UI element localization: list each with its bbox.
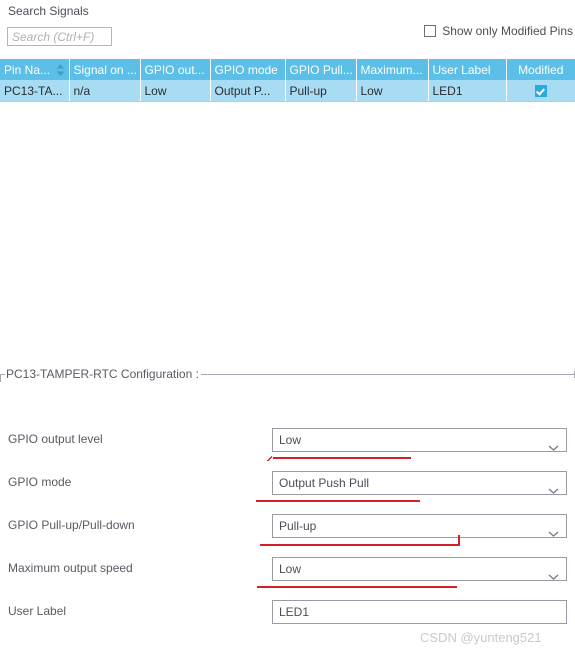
show-only-modified-pins-row[interactable]: Show only Modified Pins	[424, 24, 573, 38]
combo-gpio-output-level[interactable]: Low	[272, 428, 567, 452]
label-maximum-output-speed: Maximum output speed	[8, 561, 133, 575]
combo-value: Low	[279, 562, 302, 576]
combo-maximum-output-speed[interactable]: Low	[272, 557, 567, 581]
label-gpio-output-level: GPIO output level	[8, 432, 103, 446]
cell-pin-name[interactable]: PC13-TA...	[0, 80, 70, 102]
input-user-label[interactable]	[272, 600, 567, 624]
column-header-label: Pin Na...	[4, 62, 51, 77]
combo-gpio-mode[interactable]: Output Push Pull	[272, 471, 567, 495]
cell-gpio-pull[interactable]: Pull-up	[285, 80, 357, 102]
cell-maximum-speed[interactable]: Low	[356, 80, 429, 102]
pin-configuration-group: PC13-TAMPER-RTC Configuration : GPIO out…	[0, 366, 575, 654]
column-header-gpio-mode[interactable]: GPIO mode	[210, 59, 286, 80]
annotation-caret-mark	[265, 453, 273, 461]
group-box-legend: PC13-TAMPER-RTC Configuration :	[0, 366, 575, 382]
form-row-gpio-mode: GPIO mode Output Push Pull	[0, 471, 575, 495]
column-header-modified[interactable]: Modified	[506, 59, 575, 80]
cell-signal-on[interactable]: n/a	[69, 80, 141, 102]
column-header-label: Signal on ...	[73, 62, 137, 77]
label-user-label: User Label	[8, 604, 67, 618]
group-box-title: PC13-TAMPER-RTC Configuration :	[6, 367, 199, 381]
search-signals-label: Search Signals	[8, 4, 89, 18]
chevron-down-icon[interactable]	[548, 523, 559, 537]
column-header-label: Maximum...	[360, 62, 423, 77]
watermark: CSDN @yunteng521	[420, 630, 542, 645]
annotation-underline-gpio-output-level	[273, 457, 411, 459]
chevron-down-icon[interactable]	[548, 566, 559, 580]
form-row-gpio-pull: GPIO Pull-up/Pull-down Pull-up	[0, 514, 575, 538]
chevron-down-icon[interactable]	[548, 437, 559, 451]
group-frame-line	[200, 374, 574, 375]
column-header-pin-name[interactable]: Pin Na...	[0, 59, 70, 80]
form-row-gpio-output-level: GPIO output level Low	[0, 428, 575, 452]
label-gpio-pull: GPIO Pull-up/Pull-down	[8, 518, 135, 532]
column-header-label: User Label	[432, 62, 491, 77]
column-header-signal-on[interactable]: Signal on ...	[69, 59, 141, 80]
column-header-label: GPIO Pull...	[289, 62, 353, 77]
cell-gpio-output[interactable]: Low	[140, 80, 211, 102]
cell-modified[interactable]	[506, 80, 575, 102]
column-header-label: Modified	[518, 62, 564, 77]
sort-ascending-descending-icon[interactable]	[56, 63, 65, 76]
form-row-maximum-output-speed: Maximum output speed Low	[0, 557, 575, 581]
label-gpio-mode: GPIO mode	[8, 475, 72, 489]
annotation-underline-gpio-pull	[260, 544, 460, 546]
combo-value: Pull-up	[279, 519, 317, 533]
chevron-down-icon[interactable]	[548, 480, 559, 494]
column-header-gpio-output[interactable]: GPIO out...	[140, 59, 211, 80]
annotation-underline-maximum-output-speed	[257, 586, 457, 588]
pin-table[interactable]: Pin Na... Signal on ... GPIO out... GPIO…	[0, 59, 575, 102]
table-row[interactable]: PC13-TA... n/a Low Output P... Pull-up L…	[0, 80, 575, 102]
column-header-label: GPIO out...	[144, 62, 205, 77]
combo-gpio-pull[interactable]: Pull-up	[272, 514, 567, 538]
combo-value: Output Push Pull	[279, 476, 370, 490]
form-row-user-label: User Label	[0, 600, 575, 624]
search-input[interactable]	[7, 27, 112, 46]
show-only-modified-pins-checkbox[interactable]	[424, 25, 437, 37]
column-header-user-label[interactable]: User Label	[428, 59, 507, 80]
cell-user-label[interactable]: LED1	[428, 80, 507, 102]
annotation-tick-gpio-pull	[458, 535, 460, 545]
column-header-maximum-speed[interactable]: Maximum...	[356, 59, 429, 80]
cell-gpio-mode[interactable]: Output P...	[210, 80, 286, 102]
combo-value: Low	[279, 433, 302, 447]
show-only-modified-pins-label: Show only Modified Pins	[442, 24, 573, 38]
table-header-row: Pin Na... Signal on ... GPIO out... GPIO…	[0, 59, 575, 80]
column-header-label: GPIO mode	[214, 62, 278, 77]
column-header-gpio-pull[interactable]: GPIO Pull...	[285, 59, 357, 80]
modified-checked-icon[interactable]	[534, 85, 547, 98]
annotation-underline-gpio-mode	[256, 500, 420, 502]
